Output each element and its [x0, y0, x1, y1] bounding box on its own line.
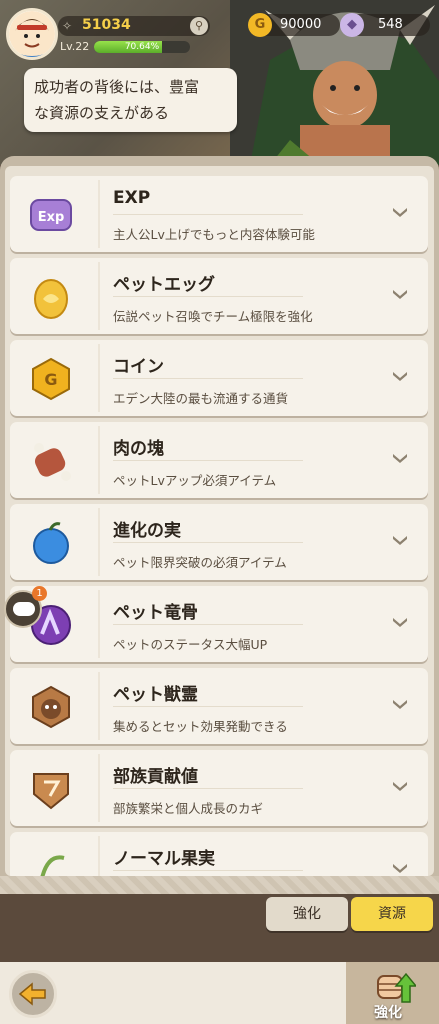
xp-progress-text: 70.64% [124, 42, 160, 52]
hint-line-2: な資源の支えがある [34, 104, 170, 122]
resource-name: 進化の実 [113, 521, 181, 541]
hint-speech-bubble: 成功者の背後には、豊富 な資源の支えがある [24, 68, 237, 132]
resource-item[interactable]: ノーマル果実 [10, 832, 428, 876]
player-avatar[interactable] [6, 8, 58, 60]
resource-name: ペット竜骨 [113, 603, 198, 623]
resource-name: ペット獣霊 [113, 685, 198, 705]
chat-button[interactable]: 1 [4, 586, 47, 628]
chat-notification-badge: 1 [32, 586, 47, 601]
item-underline [113, 870, 303, 871]
item-underline [113, 542, 303, 543]
chevron-down-icon[interactable] [390, 858, 410, 876]
item-divider [98, 262, 100, 330]
resource-name: 肉の塊 [113, 439, 164, 459]
item-underline [113, 706, 303, 707]
resource-list[interactable]: Exp EXP 主人公Lv上げでもっと内容体験可能ペットエッグ伝説ペット召喚でチーム… [5, 166, 434, 876]
tab-resources[interactable]: 資源 [351, 897, 433, 931]
item-divider [98, 426, 100, 494]
chevron-down-icon[interactable] [390, 530, 410, 550]
gold-currency[interactable]: G 90000 [248, 13, 340, 37]
resource-name: コイン [113, 357, 164, 377]
gold-coin-icon: G [248, 13, 272, 37]
resource-item[interactable]: ペット獣霊集めるとセット効果発動できる [10, 668, 428, 744]
item-divider [98, 508, 100, 576]
wings-icon: ✧ [62, 19, 73, 33]
resource-description: ペットLvアップ必須アイテム [113, 473, 277, 488]
chevron-down-icon[interactable] [390, 284, 410, 304]
panel-border-stripe [0, 876, 439, 894]
item-divider [98, 672, 100, 740]
chevron-down-icon[interactable] [390, 366, 410, 386]
player-level: Lv.22 [60, 40, 90, 53]
back-arrow-icon [18, 982, 46, 1006]
hint-line-1: 成功者の背後には、豊富 [34, 78, 200, 96]
item-underline [113, 788, 303, 789]
resource-description: 主人公Lv上げでもっと内容体験可能 [113, 227, 315, 242]
tab-enhance[interactable]: 強化 [266, 897, 348, 931]
fist-powerup-icon [377, 972, 416, 1003]
evolution-fruit-icon [33, 522, 69, 564]
power-detail-button[interactable]: ⚲ [190, 17, 208, 35]
tribe-contribution-icon [33, 773, 69, 810]
item-underline [113, 378, 303, 379]
resource-description: 伝説ペット召喚でチーム極限を強化 [113, 309, 313, 324]
pet-egg-icon [34, 279, 68, 319]
chevron-down-icon[interactable] [390, 448, 410, 468]
resource-item[interactable]: ペット竜骨ペットのステータス大幅UP [10, 586, 428, 662]
resource-name: ペットエッグ [113, 275, 215, 295]
item-divider [98, 754, 100, 822]
gem-amount: 548 [378, 17, 403, 32]
resource-item[interactable]: 肉の塊ペットLvアップ必須アイテム [10, 422, 428, 498]
chevron-down-icon[interactable] [390, 694, 410, 714]
item-divider [98, 344, 100, 412]
normal-fruit-icon [40, 855, 65, 876]
gem-icon: ◆ [340, 13, 364, 37]
resource-description: 部族繁栄と個人成長のカギ [113, 801, 264, 816]
powerup-button[interactable]: 強化 [346, 962, 439, 1024]
gem-currency[interactable]: ◆ 548 [340, 13, 430, 37]
item-underline [113, 296, 303, 297]
chevron-down-icon[interactable] [390, 612, 410, 632]
avatar-portrait-icon [9, 11, 55, 57]
chevron-down-icon[interactable] [390, 776, 410, 796]
resource-item[interactable]: 進化の実ペット限界突破の必須アイテム [10, 504, 428, 580]
xp-progress-bar: 70.64% [94, 41, 190, 53]
svg-text:G: G [44, 370, 57, 389]
resource-description: エデン大陸の最も流通する通貨 [113, 391, 289, 406]
resource-description: 集めるとセット効果発動できる [113, 719, 288, 734]
resource-panel: Exp EXP 主人公Lv上げでもっと内容体験可能ペットエッグ伝説ペット召喚でチーム… [0, 156, 439, 894]
chat-icon [13, 602, 35, 616]
item-underline [113, 460, 303, 461]
item-divider [98, 590, 100, 658]
resource-name: EXP [113, 188, 151, 208]
chevron-down-icon[interactable] [390, 202, 410, 222]
pet-beast-spirit-icon [32, 685, 70, 729]
item-underline [113, 214, 303, 215]
resource-description: ペット限界突破の必須アイテム [113, 555, 287, 570]
back-button[interactable] [9, 970, 57, 1018]
top-scene: ✧ 51034 ⚲ Lv.22 70.64% G 90000 ◆ 548 成功者… [0, 0, 439, 165]
item-divider [98, 836, 100, 876]
resource-name: 部族貢献値 [113, 767, 198, 787]
coin-icon: G [32, 357, 70, 401]
resource-item[interactable]: ペットエッグ伝説ペット召喚でチーム極限を強化 [10, 258, 428, 334]
combat-power-display: ✧ 51034 ⚲ [58, 16, 210, 36]
resource-item[interactable]: Exp EXP 主人公Lv上げでもっと内容体験可能 [10, 176, 428, 252]
resource-name: ノーマル果実 [113, 849, 215, 869]
item-divider [98, 180, 100, 248]
meat-icon [34, 443, 71, 481]
powerup-label: 強化 [374, 1005, 402, 1021]
combat-power-value: 51034 [82, 17, 131, 33]
item-underline [113, 624, 303, 625]
gold-amount: 90000 [280, 17, 322, 32]
exp-icon: Exp [30, 199, 72, 231]
resource-item[interactable]: G コインエデン大陸の最も流通する通貨 [10, 340, 428, 416]
svg-text:Exp: Exp [38, 210, 65, 225]
resource-item[interactable]: 部族貢献値部族繁栄と個人成長のカギ [10, 750, 428, 826]
resource-description: ペットのステータス大幅UP [113, 637, 268, 652]
